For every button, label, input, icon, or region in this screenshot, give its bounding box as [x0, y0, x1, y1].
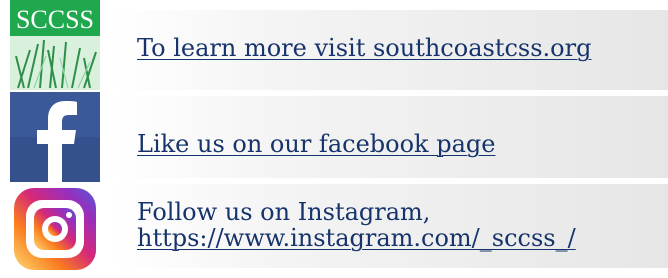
instagram-link[interactable]: https://www.instagram.com/_sccss_/ [137, 224, 576, 252]
sccss-row: SCCSS To learn more visit southcoastcss.… [0, 0, 668, 92]
sccss-logo-icon[interactable]: SCCSS [10, 0, 100, 90]
sccss-logo-text: SCCSS [16, 5, 94, 34]
instagram-icon[interactable] [10, 184, 100, 274]
facebook-icon[interactable] [10, 92, 100, 182]
instagram-follow-text: Follow us on Instagram, [137, 198, 431, 226]
facebook-link[interactable]: Like us on our facebook page [137, 131, 495, 158]
instagram-text-block: Follow us on Instagram, https://www.inst… [137, 198, 576, 252]
instagram-row: Follow us on Instagram, https://www.inst… [0, 182, 668, 274]
facebook-row: Like us on our facebook page [0, 92, 668, 182]
sccss-website-link[interactable]: To learn more visit southcoastcss.org [137, 35, 591, 62]
